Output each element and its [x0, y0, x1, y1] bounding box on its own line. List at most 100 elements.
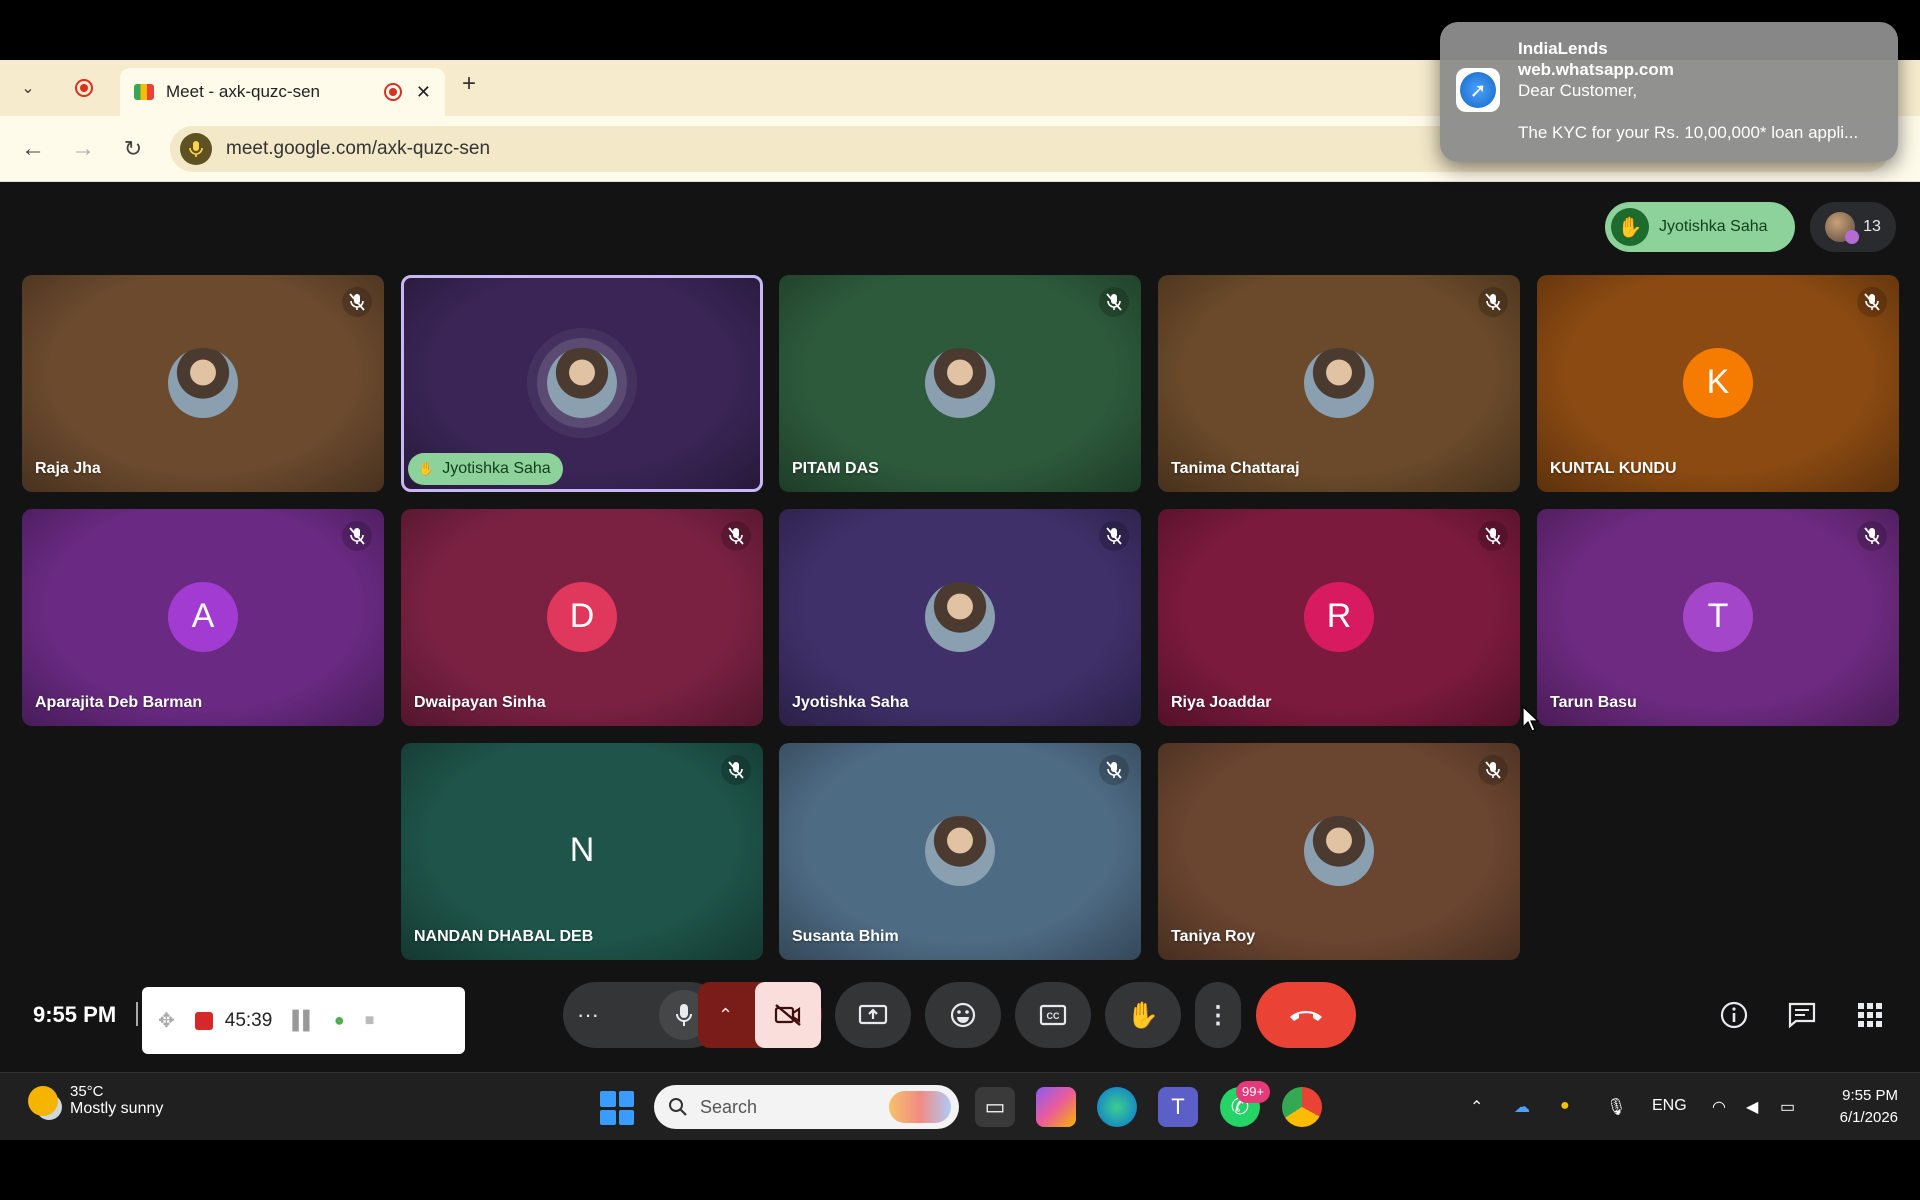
- system-clock[interactable]: 9:55 PM 6/1/2026: [1820, 1085, 1898, 1129]
- more-vert-icon: ⋮: [1206, 1001, 1230, 1029]
- participant-tile[interactable]: A Aparajita Deb Barman: [22, 509, 384, 726]
- camera-options-icon[interactable]: ⌃: [718, 1005, 733, 1026]
- participant-tile[interactable]: Taniya Roy: [1158, 743, 1520, 960]
- reload-button[interactable]: ↻: [116, 132, 150, 166]
- recording-indicator-icon: [68, 72, 100, 104]
- raised-hand-indicator[interactable]: ✋ Jyotishka Saha: [1605, 202, 1795, 252]
- raised-hand-name: Jyotishka Saha: [1659, 218, 1768, 235]
- whatsapp-badge: 99+: [1236, 1081, 1271, 1103]
- participant-name: NANDAN DHABAL DEB: [414, 928, 594, 945]
- tab-search-chevron-icon[interactable]: ⌄: [12, 72, 44, 104]
- apps-grid-icon: [1858, 1003, 1882, 1027]
- present-screen-button[interactable]: [835, 982, 911, 1048]
- participant-tile[interactable]: N NANDAN DHABAL DEB: [401, 743, 763, 960]
- weather-widget[interactable]: 35°C Mostly sunny: [28, 1083, 163, 1118]
- participant-name: Aparajita Deb Barman: [35, 694, 203, 711]
- participant-name: Taniya Roy: [1171, 928, 1256, 945]
- onedrive-icon[interactable]: ☁: [1514, 1097, 1530, 1117]
- muted-mic-icon: [1857, 521, 1887, 551]
- volume-icon[interactable]: ◀: [1746, 1097, 1758, 1117]
- participant-tile[interactable]: R Riya Joaddar: [1158, 509, 1520, 726]
- participant-avatar: [1304, 815, 1374, 886]
- participant-avatar: D: [547, 581, 617, 652]
- meeting-details-button[interactable]: [1716, 997, 1752, 1033]
- muted-mic-icon: [342, 287, 372, 317]
- participant-avatar: K: [1683, 347, 1753, 418]
- battery-icon[interactable]: ▭: [1780, 1097, 1795, 1117]
- muted-mic-icon: [1099, 521, 1129, 551]
- participant-avatar: T: [1683, 581, 1753, 652]
- recorder-mic-icon[interactable]: ●: [334, 1010, 345, 1031]
- copilot-icon[interactable]: [1036, 1087, 1076, 1127]
- participant-tile[interactable]: Susanta Bhim: [779, 743, 1141, 960]
- wifi-icon[interactable]: ◠: [1712, 1097, 1726, 1117]
- task-view-icon[interactable]: ▭: [975, 1087, 1015, 1127]
- raised-hand-icon: ✋: [418, 461, 435, 476]
- participant-tile[interactable]: PITAM DAS: [779, 275, 1141, 492]
- participant-avatar: A: [168, 581, 238, 652]
- search-placeholder: Search: [700, 1096, 758, 1117]
- forward-button[interactable]: →: [66, 132, 100, 166]
- more-options-button[interactable]: ⋮: [1195, 982, 1241, 1048]
- muted-mic-icon: [1857, 287, 1887, 317]
- whatsapp-notification[interactable]: ➚ IndiaLends web.whatsapp.com Dear Custo…: [1440, 22, 1898, 162]
- participant-tile[interactable]: K KUNTAL KUNDU: [1537, 275, 1899, 492]
- back-button[interactable]: ←: [16, 132, 50, 166]
- camera-off-icon: [774, 1004, 801, 1026]
- system-time: 9:55 PM: [1842, 1087, 1898, 1104]
- camera-off-button[interactable]: [755, 982, 821, 1048]
- captions-button[interactable]: CC: [1015, 982, 1091, 1048]
- raise-hand-button[interactable]: ✋: [1105, 982, 1181, 1048]
- participant-tile[interactable]: Raja Jha: [22, 275, 384, 492]
- participant-tile[interactable]: Jyotishka Saha: [779, 509, 1141, 726]
- start-button[interactable]: [600, 1091, 634, 1125]
- participants-avatars-icon: [1825, 212, 1860, 244]
- activities-button[interactable]: [1852, 997, 1888, 1033]
- muted-mic-icon: [721, 521, 751, 551]
- participant-name: Jyotishka Saha: [442, 460, 551, 477]
- screen-recorder-widget: ✥ 45:39 ▌▌ ● ■: [142, 987, 465, 1054]
- participant-tile[interactable]: Tanima Chattaraj: [1158, 275, 1520, 492]
- taskbar-search[interactable]: Search: [654, 1085, 959, 1129]
- divider: [136, 1002, 138, 1026]
- participant-tile[interactable]: ✋ Jyotishka Saha: [401, 275, 763, 492]
- new-tab-button[interactable]: +: [462, 70, 476, 98]
- edge-icon[interactable]: [1097, 1087, 1137, 1127]
- stop-recording-button[interactable]: [194, 1011, 213, 1030]
- more-audio-options-icon[interactable]: ···: [577, 1002, 599, 1028]
- participant-tile[interactable]: D Dwaipayan Sinha: [401, 509, 763, 726]
- muted-mic-icon: [1478, 755, 1508, 785]
- teams-icon[interactable]: T: [1158, 1087, 1198, 1127]
- participant-avatar: R: [1304, 581, 1374, 652]
- chrome-icon[interactable]: [1282, 1087, 1322, 1127]
- raised-hand-icon: ✋: [1611, 208, 1649, 246]
- leave-call-button[interactable]: [1256, 982, 1356, 1048]
- weather-condition: Mostly sunny: [70, 1100, 164, 1117]
- mic-in-use-icon[interactable]: [180, 133, 212, 165]
- language-indicator[interactable]: ENG: [1652, 1097, 1687, 1115]
- chat-button[interactable]: [1784, 997, 1820, 1033]
- mic-tray-icon[interactable]: 🎙: [1606, 1097, 1626, 1117]
- tab-meet[interactable]: Meet - axk-quzc-sen ✕: [120, 68, 445, 116]
- tab-close-icon[interactable]: ✕: [416, 82, 431, 103]
- tab-title: Meet - axk-quzc-sen: [166, 82, 320, 101]
- participant-tile[interactable]: T Tarun Basu: [1537, 509, 1899, 726]
- recorder-camera-icon[interactable]: ■: [365, 1012, 375, 1030]
- participant-name: Riya Joaddar: [1171, 694, 1272, 711]
- participant-avatar: [547, 347, 617, 418]
- participant-count: 13: [1863, 218, 1881, 235]
- participant-name: KUNTAL KUNDU: [1550, 460, 1677, 477]
- pause-icon[interactable]: ▌▌: [292, 1010, 315, 1031]
- app-tray-icon[interactable]: ●: [1560, 1097, 1570, 1115]
- safari-compass-icon: ➚: [1456, 68, 1500, 112]
- participant-avatar: [925, 347, 995, 418]
- muted-mic-icon: [1099, 755, 1129, 785]
- muted-mic-icon: [1099, 287, 1129, 317]
- participants-button[interactable]: 13: [1810, 202, 1896, 252]
- mouse-cursor-icon: [1522, 706, 1540, 732]
- meet-stage: ✋ Jyotishka Saha 13 Raja Jha ✋ Jyotishka S…: [0, 182, 1920, 1072]
- emoji-reactions-button[interactable]: [925, 982, 1001, 1048]
- search-highlight-art: [889, 1091, 951, 1123]
- move-icon[interactable]: ✥: [158, 1008, 175, 1033]
- show-hidden-icons-icon[interactable]: ⌃: [1470, 1097, 1483, 1117]
